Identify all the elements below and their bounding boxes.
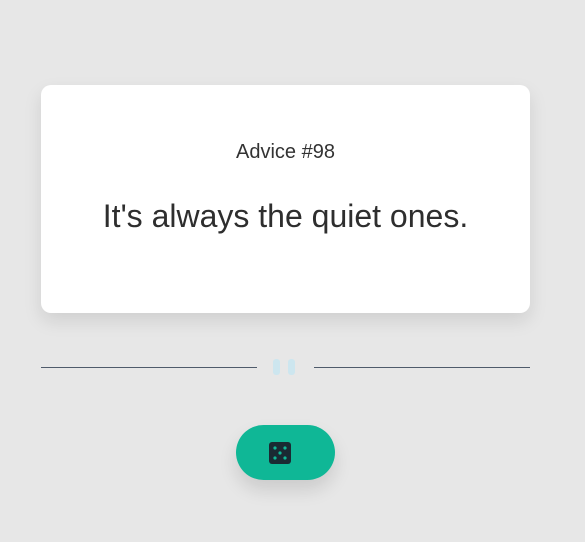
- pause-icon: [273, 359, 297, 375]
- pause-bar-left: [273, 359, 280, 375]
- divider: [41, 357, 530, 377]
- advice-card: Advice #98 It's always the quiet ones.: [41, 85, 530, 313]
- divider-line-right: [314, 367, 530, 368]
- divider-line-left: [41, 367, 257, 368]
- pause-bar-right: [288, 359, 295, 375]
- dice-icon: [269, 442, 291, 464]
- advice-quote: It's always the quiet ones.: [102, 198, 469, 234]
- new-advice-button[interactable]: [236, 425, 335, 480]
- advice-number: Advice #98: [236, 141, 335, 163]
